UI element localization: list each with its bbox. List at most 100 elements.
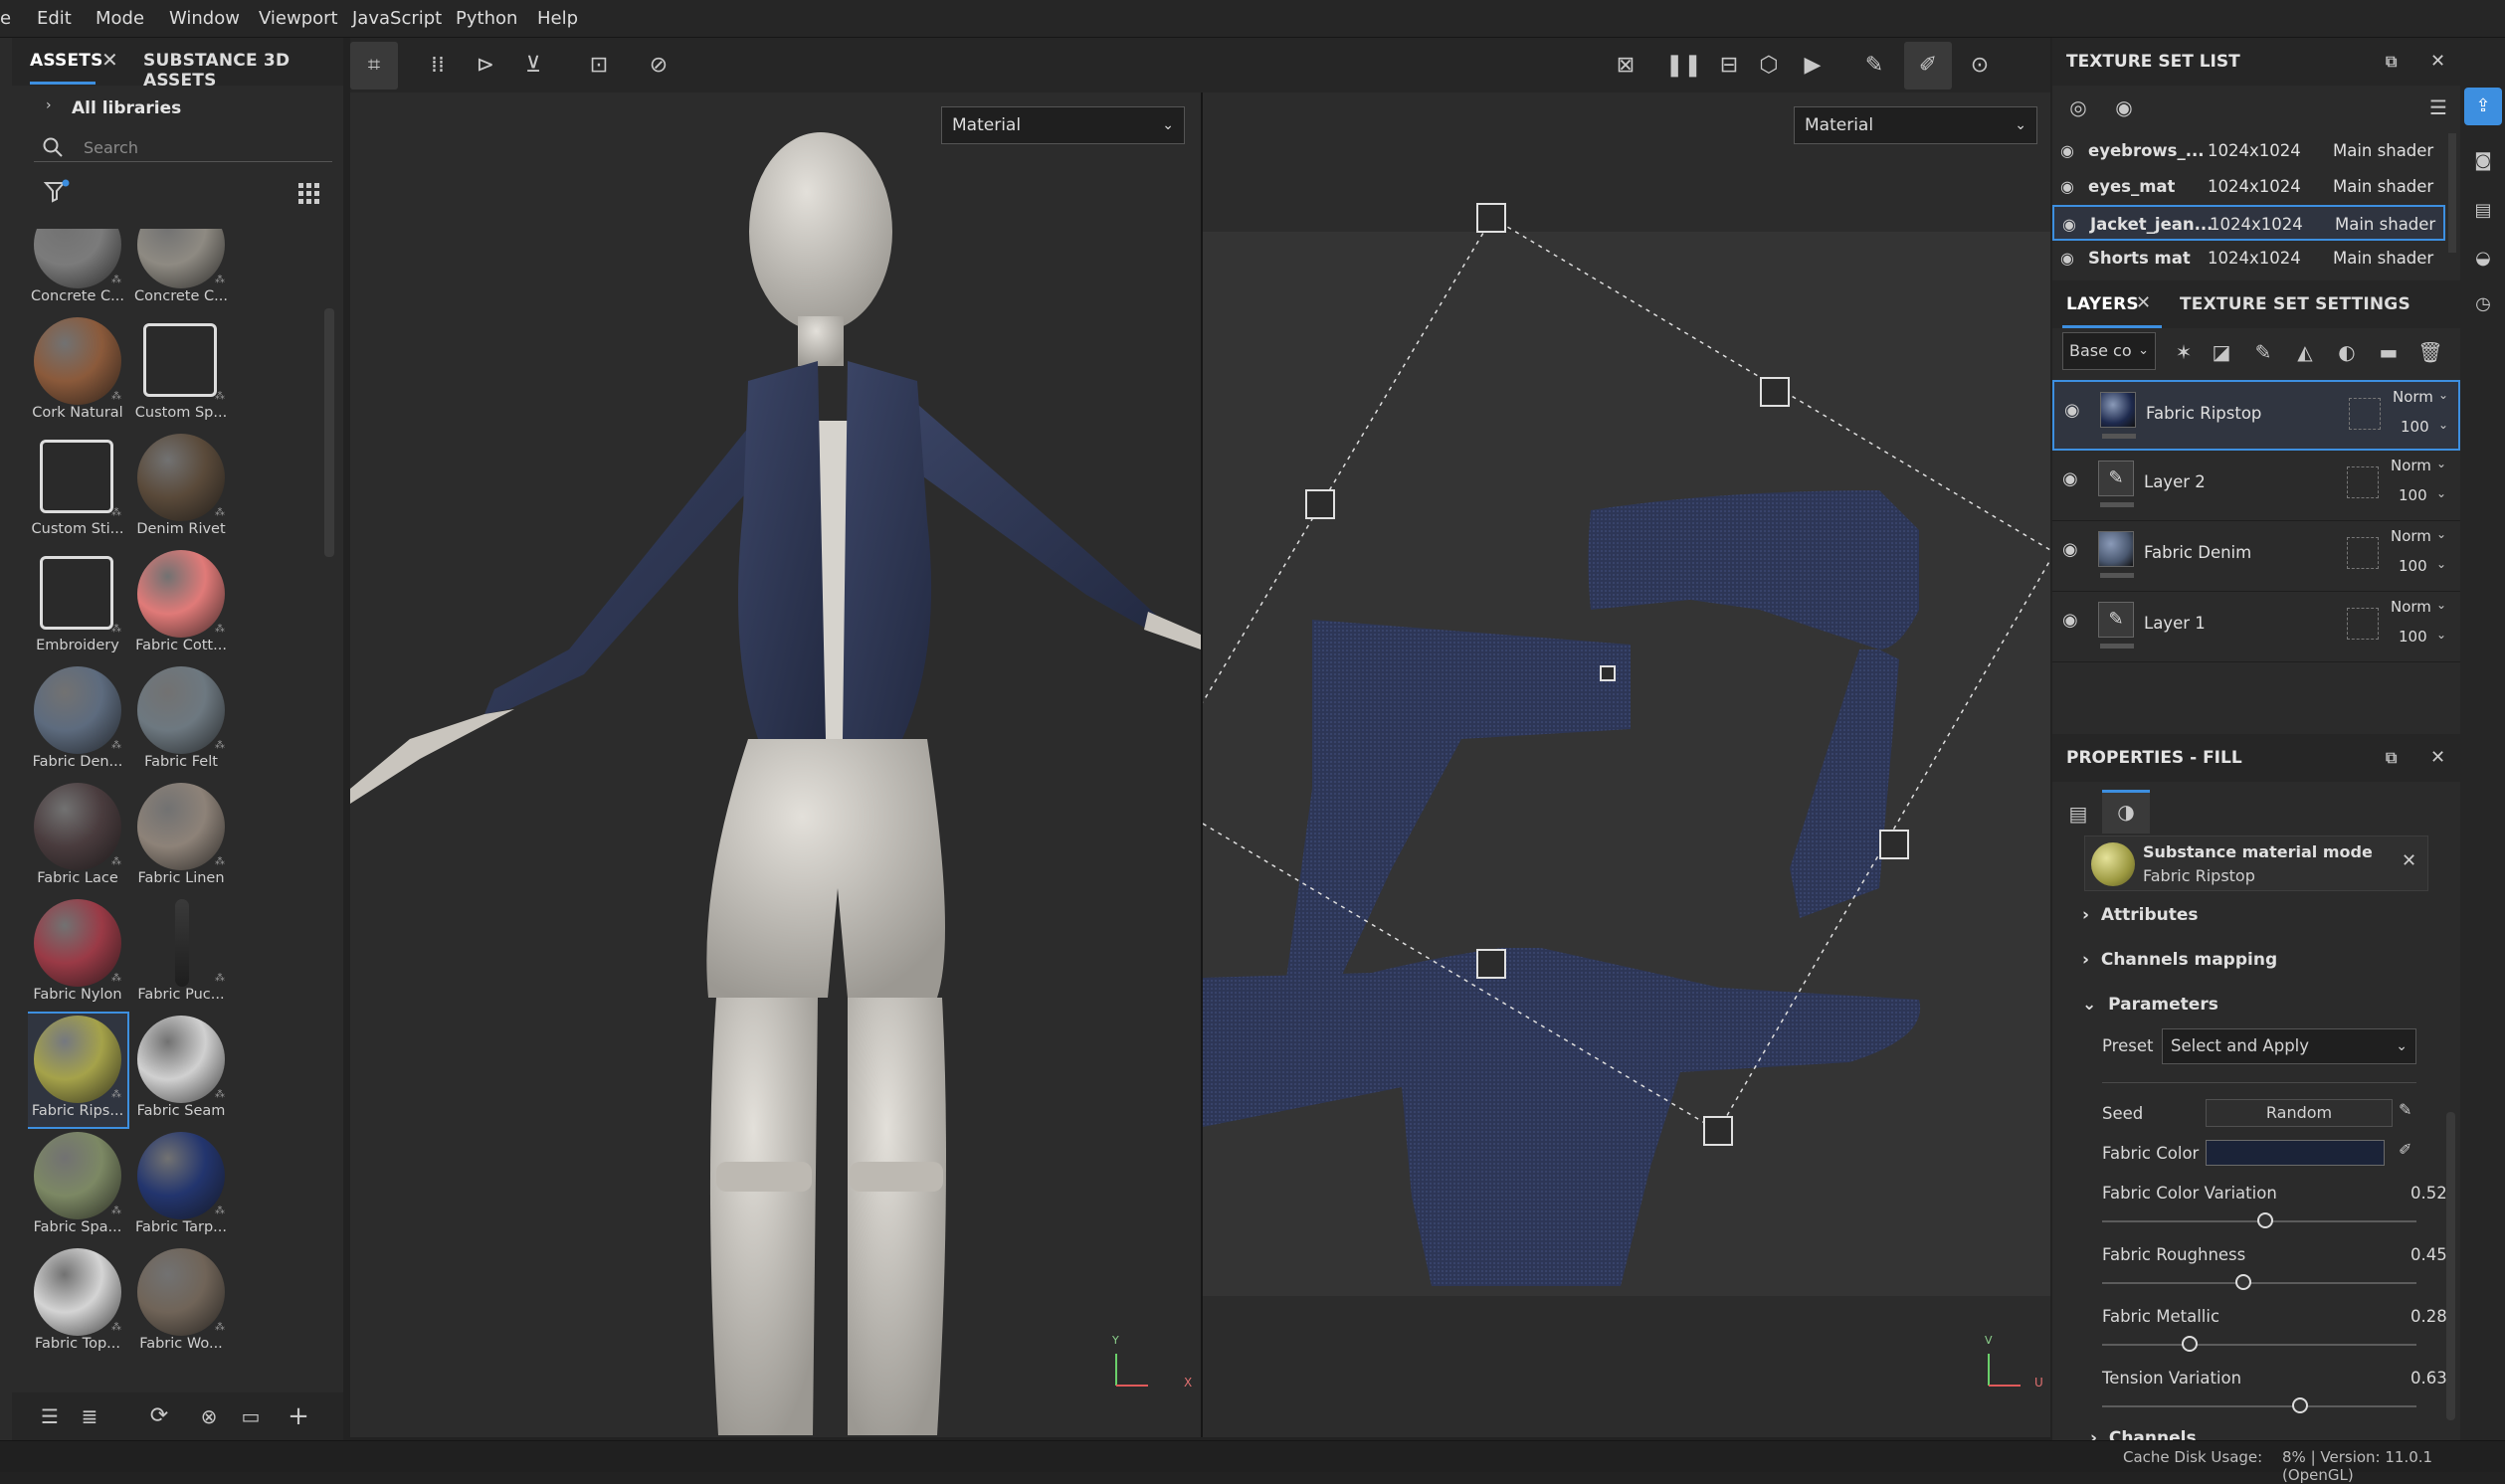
- layer-mask-slot[interactable]: [2347, 608, 2379, 640]
- slider-value[interactable]: 0.45: [2410, 1245, 2447, 1264]
- opacity-value[interactable]: 100: [2399, 628, 2427, 646]
- cube-view-icon[interactable]: ⬡: [1751, 48, 1787, 84]
- asset-thumbnail[interactable]: Custom Sti... ⁂: [28, 432, 127, 545]
- fit-icon[interactable]: ⊡: [581, 48, 617, 84]
- menu-javascript[interactable]: JavaScript: [352, 0, 442, 38]
- mirror-y-icon[interactable]: ⊻: [515, 48, 551, 84]
- texture-set-row[interactable]: ◉ eyes_mat 1024x1024 Main shader: [2052, 169, 2445, 205]
- folder-icon[interactable]: ▭: [233, 1398, 269, 1434]
- layer-row[interactable]: ◉ ✎ Layer 1 Norm ⌄ 100 ⌄: [2052, 592, 2460, 662]
- eye-icon[interactable]: ◉: [2060, 241, 2074, 277]
- export-list-icon[interactable]: ≣: [72, 1398, 107, 1434]
- asset-thumbnail[interactable]: Cork Natural ⁂: [28, 315, 127, 429]
- eye-icon[interactable]: ◉: [2064, 400, 2080, 421]
- eye-icon[interactable]: ◉: [2060, 169, 2074, 205]
- mask-icon[interactable]: ◪: [2204, 334, 2239, 370]
- opacity-value[interactable]: 100: [2401, 418, 2429, 436]
- viewport-3d[interactable]: Material ⌄ Y X: [350, 93, 1201, 1437]
- eye-icon[interactable]: ◉: [2062, 610, 2078, 631]
- section-parameters[interactable]: ⌄ Parameters: [2082, 995, 2218, 1015]
- folder-icon[interactable]: ▬: [2371, 334, 2407, 370]
- slider-handle[interactable]: [2235, 1274, 2252, 1290]
- filter-icon[interactable]: [44, 179, 72, 205]
- eye-icon[interactable]: ◉: [2062, 468, 2078, 489]
- split-view-icon[interactable]: ⊟: [1711, 48, 1747, 84]
- parameter-slider[interactable]: Fabric Metallic 0.28: [2052, 1305, 2447, 1365]
- eye-icon[interactable]: ◉: [2106, 90, 2142, 125]
- share-button[interactable]: ⇪: [2464, 88, 2502, 125]
- asset-thumbnail[interactable]: Fabric Felt ⁂: [131, 664, 231, 778]
- grid-snap-icon[interactable]: ⁞⁞: [420, 48, 456, 84]
- paint-tool-button[interactable]: ✐: [1904, 42, 1952, 90]
- asset-thumbnail[interactable]: Fabric Spa... ⁂: [28, 1130, 127, 1243]
- menu-python[interactable]: Python: [456, 0, 517, 38]
- shader-icon[interactable]: ◒: [2465, 241, 2501, 277]
- blend-mode-dropdown[interactable]: Norm: [2391, 527, 2431, 545]
- asset-thumbnail[interactable]: Fabric Wo... ⁂: [131, 1246, 231, 1360]
- edit-icon[interactable]: ✎: [2399, 1100, 2411, 1119]
- slider-value[interactable]: 0.63: [2410, 1369, 2447, 1388]
- tab-assets[interactable]: ASSETS: [30, 51, 103, 71]
- mirror-x-icon[interactable]: ⊳: [468, 48, 503, 84]
- menu-help[interactable]: Help: [537, 0, 578, 38]
- slider-track[interactable]: [2102, 1405, 2416, 1407]
- menu-mode[interactable]: Mode: [96, 0, 144, 38]
- maximize-icon[interactable]: ⧉: [2386, 38, 2397, 86]
- layer-row[interactable]: ◉ ✎ Layer 2 Norm ⌄ 100 ⌄: [2052, 451, 2460, 521]
- history-icon[interactable]: ◷: [2465, 286, 2501, 322]
- asset-thumbnail[interactable]: Fabric Lace ⁂: [28, 781, 127, 894]
- texture-set-row[interactable]: ◉ Shorts mat 1024x1024 Main shader: [2052, 241, 2445, 277]
- clear-icon[interactable]: ⊗: [191, 1398, 227, 1434]
- properties-scrollbar[interactable]: [2446, 1112, 2455, 1420]
- section-channels-mapping[interactable]: › Channels mapping: [2082, 950, 2277, 970]
- asset-thumbnail[interactable]: Concrete C... ⁂: [28, 229, 127, 312]
- parameter-slider[interactable]: Fabric Color Variation 0.52: [2052, 1182, 2447, 1241]
- search-box[interactable]: Search: [34, 132, 332, 162]
- layer-row[interactable]: ◉ Fabric Denim Norm ⌄ 100 ⌄: [2052, 521, 2460, 592]
- add-icon[interactable]: +: [281, 1398, 316, 1434]
- visibility-toggle-icon[interactable]: ◎: [2060, 90, 2096, 125]
- camera-video-icon[interactable]: ▶: [1795, 48, 1831, 84]
- eyedropper-icon[interactable]: ✐: [2399, 1140, 2411, 1159]
- assets-scrollbar[interactable]: [324, 308, 334, 557]
- tab-layers[interactable]: LAYERS: [2066, 294, 2139, 314]
- viewport-left-mode-dropdown[interactable]: Material ⌄: [941, 106, 1185, 144]
- slider-track[interactable]: [2102, 1282, 2416, 1284]
- close-icon[interactable]: ✕: [101, 48, 118, 72]
- pause-icon[interactable]: ❚❚: [1665, 48, 1702, 84]
- asset-thumbnail[interactable]: Fabric Top... ⁂: [28, 1246, 127, 1360]
- section-attributes[interactable]: › Attributes: [2082, 905, 2199, 925]
- smart-material-icon[interactable]: ◐: [2329, 334, 2365, 370]
- viewport-2d-uv[interactable]: Material ⌄ V U: [1203, 93, 2050, 1437]
- screenshot-icon[interactable]: ⊙: [1962, 48, 1998, 84]
- asset-thumbnail[interactable]: Concrete C... ⁂: [131, 229, 231, 312]
- texture-set-scrollbar[interactable]: [2448, 133, 2456, 253]
- close-icon[interactable]: ✕: [2136, 292, 2151, 313]
- opacity-value[interactable]: 100: [2399, 557, 2427, 575]
- reset-icon[interactable]: ⊘: [641, 48, 676, 84]
- asset-thumbnail[interactable]: Fabric Tarp... ⁂: [131, 1130, 231, 1243]
- asset-thumbnail[interactable]: Fabric Nylon ⁂: [28, 897, 127, 1011]
- channel-dropdown[interactable]: Base co ⌄: [2062, 332, 2156, 370]
- slider-value[interactable]: 0.52: [2410, 1184, 2447, 1203]
- eye-icon[interactable]: ◉: [2060, 133, 2074, 169]
- texture-set-row[interactable]: ◉ eyebrows_... 1024x1024 Main shader: [2052, 133, 2445, 169]
- asset-thumbnail[interactable]: Fabric Linen ⁂: [131, 781, 231, 894]
- display-settings-icon[interactable]: ◙: [2465, 143, 2501, 179]
- opacity-value[interactable]: 100: [2399, 486, 2427, 504]
- dropper-icon[interactable]: ✎: [1856, 48, 1892, 84]
- select-tool-button[interactable]: ⌗: [350, 42, 398, 90]
- effects-icon[interactable]: ✶: [2166, 334, 2202, 370]
- blend-mode-dropdown[interactable]: Norm: [2391, 598, 2431, 616]
- fill-layer-icon[interactable]: ◭: [2287, 334, 2323, 370]
- layer-mask-slot[interactable]: [2349, 398, 2381, 430]
- chevron-right-icon[interactable]: ›: [46, 97, 52, 113]
- parameter-slider[interactable]: Tension Variation 0.63: [2052, 1367, 2447, 1426]
- close-icon[interactable]: ✕: [2430, 734, 2445, 782]
- delete-icon[interactable]: 🗑: [2412, 334, 2448, 370]
- asset-thumbnail[interactable]: Fabric Puc... ⁂: [131, 897, 231, 1011]
- material-mode-card[interactable]: Substance material mode Fabric Ripstop ✕: [2084, 835, 2428, 891]
- blend-mode-dropdown[interactable]: Norm: [2391, 457, 2431, 474]
- tab-texture-set-settings[interactable]: TEXTURE SET SETTINGS: [2180, 294, 2410, 314]
- menu-file[interactable]: e: [0, 0, 11, 38]
